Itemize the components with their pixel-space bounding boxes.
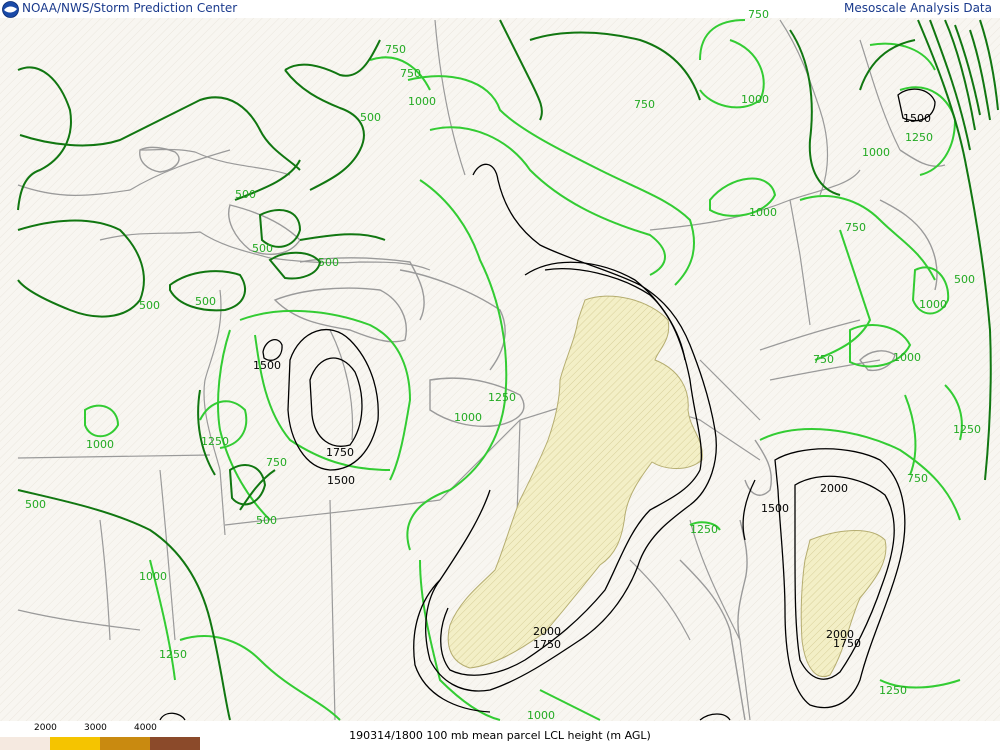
contour-label-1000: 1000 bbox=[454, 411, 482, 424]
contour-label-1500: 1500 bbox=[903, 112, 931, 125]
contour-label-1250: 1250 bbox=[690, 523, 718, 536]
contour-label-1000: 1000 bbox=[919, 298, 947, 311]
contour-label-2000: 2000 bbox=[533, 625, 561, 638]
contour-label-1000: 1000 bbox=[862, 146, 890, 159]
header-subtitle: Mesoscale Analysis Data bbox=[844, 1, 992, 15]
contour-label-1250: 1250 bbox=[488, 391, 516, 404]
contour-label-500: 500 bbox=[139, 299, 160, 312]
noaa-logo-icon bbox=[2, 1, 19, 18]
contour-label-1250: 1250 bbox=[201, 435, 229, 448]
contour-label-500: 500 bbox=[318, 256, 339, 269]
contour-label-1250: 1250 bbox=[159, 648, 187, 661]
lcl-height-map: 750 750 750 750 1000 1000 1000 1000 1250 500 500 50… bbox=[0, 8, 1000, 722]
contour-label-1000: 1000 bbox=[749, 206, 777, 219]
contour-label-2000: 2000 bbox=[820, 482, 848, 495]
contour-label-1250: 1250 bbox=[953, 423, 981, 436]
contour-label-1250: 1250 bbox=[905, 131, 933, 144]
contour-label-1000: 1000 bbox=[86, 438, 114, 451]
contour-label-500: 500 bbox=[252, 242, 273, 255]
contour-label-1000: 1000 bbox=[139, 570, 167, 583]
contour-label-1500: 1500 bbox=[761, 502, 789, 515]
contour-label-1500: 1500 bbox=[253, 359, 281, 372]
contour-label-500: 500 bbox=[195, 295, 216, 308]
contour-label-750: 750 bbox=[907, 472, 928, 485]
contour-label-750: 750 bbox=[266, 456, 287, 469]
contour-label-500: 500 bbox=[954, 273, 975, 286]
footer: 2000 3000 4000 190314/1800 100 mb mean p… bbox=[0, 721, 1000, 750]
contour-label-500: 500 bbox=[25, 498, 46, 511]
map-caption: 190314/1800 100 mb mean parcel LCL heigh… bbox=[349, 729, 651, 742]
contour-label-1000: 1000 bbox=[893, 351, 921, 364]
contour-label-1500: 1500 bbox=[327, 474, 355, 487]
contour-label-1000: 1000 bbox=[408, 95, 436, 108]
contour-label-750: 750 bbox=[385, 43, 406, 56]
contour-label-500: 500 bbox=[235, 188, 256, 201]
contour-label-1750: 1750 bbox=[326, 446, 354, 459]
contour-label-500: 500 bbox=[360, 111, 381, 124]
contour-label-750: 750 bbox=[400, 67, 421, 80]
contour-label-1250: 1250 bbox=[879, 684, 907, 697]
contour-label-750: 750 bbox=[748, 8, 769, 21]
contour-label-750: 750 bbox=[634, 98, 655, 111]
contour-label-750: 750 bbox=[845, 221, 866, 234]
contour-label-500: 500 bbox=[256, 514, 277, 527]
contour-label-1750: 1750 bbox=[533, 638, 561, 651]
contour-label-750: 750 bbox=[813, 353, 834, 366]
contour-label-1000: 1000 bbox=[741, 93, 769, 106]
contour-label-2000: 2000 bbox=[826, 628, 854, 641]
header-title: NOAA/NWS/Storm Prediction Center bbox=[22, 1, 238, 15]
